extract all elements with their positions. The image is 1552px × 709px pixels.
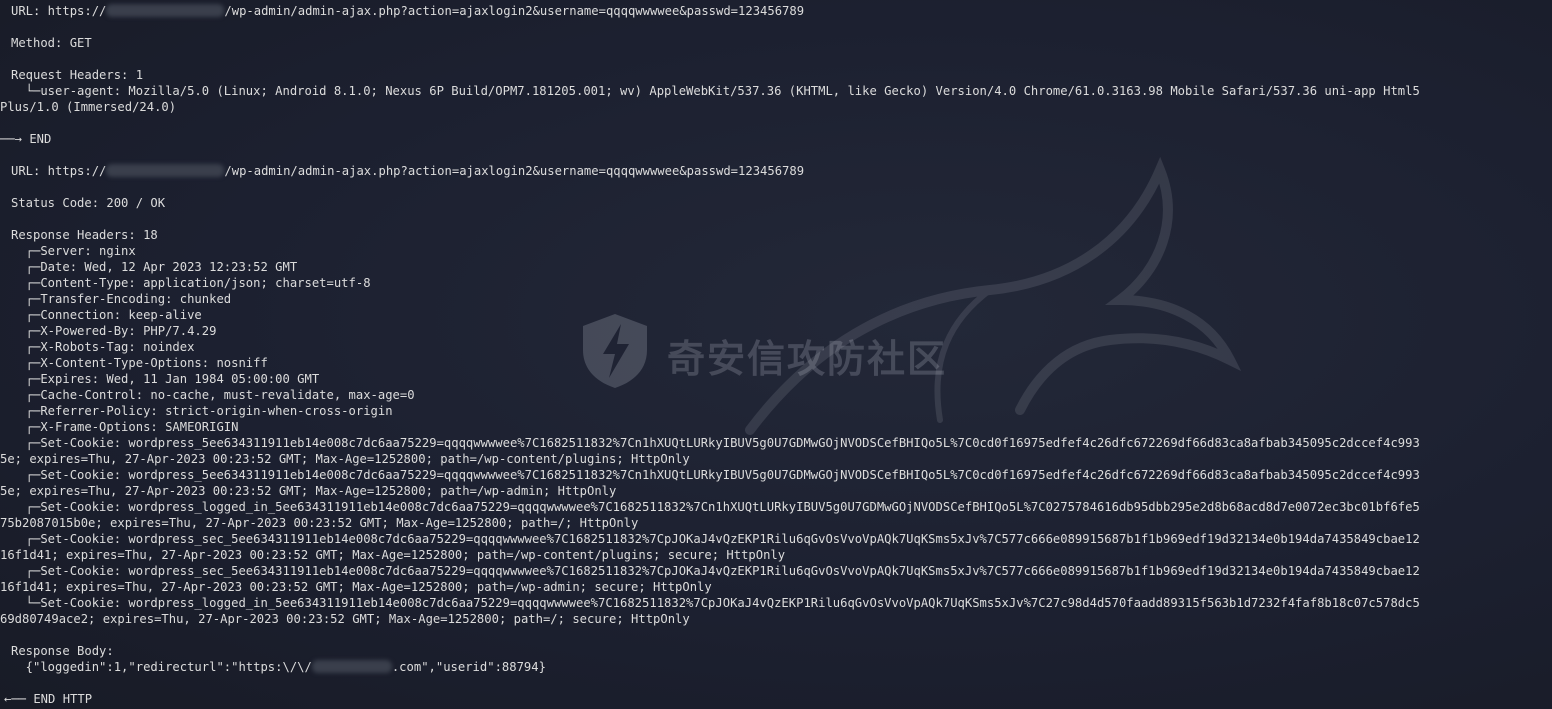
redacted-domain bbox=[106, 4, 225, 17]
response-header-continuation: 16f1d41; expires=Thu, 27-Apr-2023 00:23:… bbox=[0, 548, 786, 562]
response-url: URL: https:// /wp-admin/admin-ajax.php?ac… bbox=[11, 163, 804, 179]
response-header: ┌─Date: Wed, 12 Apr 2023 12:23:52 GMT bbox=[11, 260, 298, 274]
response-body: {"loggedin":1,"redirecturl":"https:\/\/.… bbox=[11, 659, 546, 675]
response-header: ┌─Set-Cookie: wordpress_5ee634311911eb14… bbox=[11, 436, 1420, 450]
request-url-prefix: URL: https:// bbox=[11, 4, 107, 18]
response-status: Status Code: 200 / OK bbox=[11, 196, 166, 210]
request-method: Method: GET bbox=[11, 36, 92, 50]
redacted-domain bbox=[311, 660, 392, 673]
watermark-text: 奇安信攻防社区 bbox=[667, 337, 948, 381]
response-url-suffix: /wp-admin/admin-ajax.php?action=ajaxlogi… bbox=[224, 164, 805, 178]
kali-dragon-icon bbox=[745, 156, 1242, 435]
terminal-window[interactable]: 奇安信攻防社区 URL: https:// /wp-admin/admin-aja… bbox=[0, 0, 1552, 709]
response-header: ┌─Set-Cookie: wordpress_logged_in_5ee634… bbox=[11, 500, 1420, 514]
response-header: ┌─X-Powered-By: PHP/7.4.29 bbox=[11, 324, 217, 338]
watermark: 奇安信攻防社区 bbox=[575, 310, 995, 390]
redacted-domain bbox=[106, 164, 225, 177]
response-header-continuation: 75b2087015b0e; expires=Thu, 27-Apr-2023 … bbox=[0, 516, 639, 530]
response-header: ┌─Cache-Control: no-cache, must-revalida… bbox=[11, 388, 415, 402]
request-end-marker: ──→ END bbox=[0, 132, 52, 146]
response-header-continuation: 16f1d41; expires=Thu, 27-Apr-2023 00:23:… bbox=[0, 580, 712, 594]
response-header: ┌─Server: nginx bbox=[11, 244, 136, 258]
response-body-prefix: {"loggedin":1,"redirecturl":"https:\/\/ bbox=[11, 660, 312, 674]
response-header: ┌─Set-Cookie: wordpress_5ee634311911eb14… bbox=[11, 468, 1420, 482]
response-header: ┌─X-Frame-Options: SAMEORIGIN bbox=[11, 420, 239, 434]
response-header: ┌─Referrer-Policy: strict-origin-when-cr… bbox=[11, 404, 393, 418]
response-header: ┌─Expires: Wed, 11 Jan 1984 05:00:00 GMT bbox=[11, 372, 320, 386]
response-header: ┌─X-Content-Type-Options: nosniff bbox=[11, 356, 268, 370]
response-header: ┌─Set-Cookie: wordpress_sec_5ee634311911… bbox=[11, 532, 1420, 546]
request-url: URL: https:// /wp-admin/admin-ajax.php?ac… bbox=[11, 3, 804, 19]
response-header-continuation: 69d80749ace2; expires=Thu, 27-Apr-2023 0… bbox=[0, 612, 690, 626]
request-headers-label: Request Headers: 1 bbox=[11, 68, 144, 82]
response-header-continuation: 5e; expires=Thu, 27-Apr-2023 00:23:52 GM… bbox=[0, 484, 617, 498]
response-header: ┌─X-Robots-Tag: noindex bbox=[11, 340, 195, 354]
response-end-marker: ←── END HTTP bbox=[4, 692, 93, 706]
response-header: ┌─Set-Cookie: wordpress_sec_5ee634311911… bbox=[11, 564, 1420, 578]
response-headers-label: Response Headers: 18 bbox=[11, 228, 158, 242]
request-header-user-agent: └─user-agent: Mozilla/5.0 (Linux; Androi… bbox=[11, 84, 1420, 98]
response-header-continuation: 5e; expires=Thu, 27-Apr-2023 00:23:52 GM… bbox=[0, 452, 690, 466]
response-body-label: Response Body: bbox=[11, 644, 114, 658]
response-header: └─Set-Cookie: wordpress_logged_in_5ee634… bbox=[11, 596, 1420, 610]
response-body-suffix: .com","userid":88794} bbox=[391, 660, 546, 674]
response-header: ┌─Content-Type: application/json; charse… bbox=[11, 276, 371, 290]
request-header-user-agent-cont: Plus/1.0 (Immersed/24.0) bbox=[0, 100, 177, 114]
response-url-prefix: URL: https:// bbox=[11, 164, 107, 178]
response-header: ┌─Transfer-Encoding: chunked bbox=[11, 292, 232, 306]
request-url-suffix: /wp-admin/admin-ajax.php?action=ajaxlogi… bbox=[224, 4, 805, 18]
shield-lightning-icon bbox=[583, 314, 647, 388]
response-header: ┌─Connection: keep-alive bbox=[11, 308, 202, 322]
